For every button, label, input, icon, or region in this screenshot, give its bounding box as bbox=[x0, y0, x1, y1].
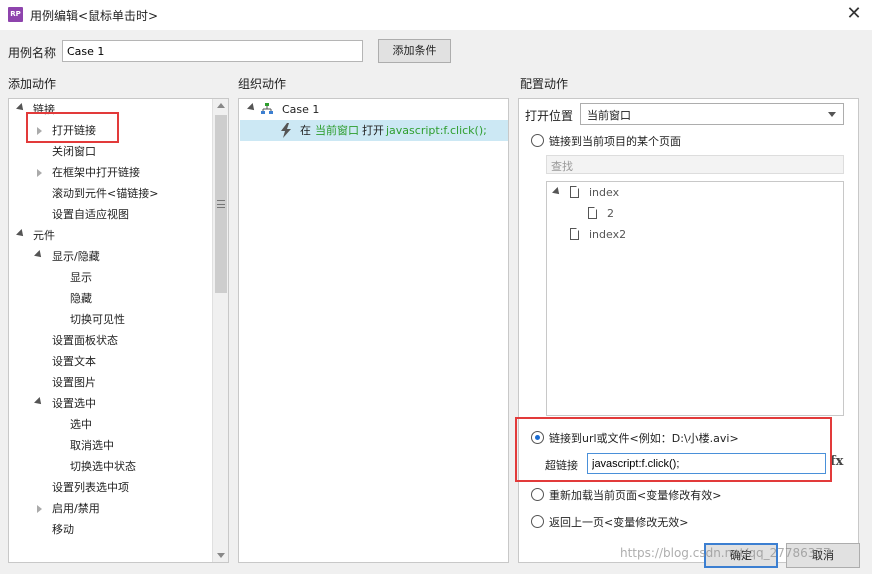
action-prefix: 在 bbox=[300, 124, 311, 137]
expand-icon bbox=[552, 187, 562, 197]
scroll-thumb[interactable] bbox=[215, 115, 227, 293]
tree-item-label: 在框架中打开链接 bbox=[52, 166, 140, 179]
tree-item-select[interactable]: 选中 bbox=[70, 414, 92, 435]
tree-item-label: 设置选中 bbox=[52, 397, 96, 410]
add-action-title: 添加动作 bbox=[8, 77, 57, 91]
radio-reload[interactable] bbox=[531, 488, 544, 501]
scroll-up-icon[interactable] bbox=[217, 103, 225, 108]
radio-link-page-label: 链接到当前项目的某个页面 bbox=[549, 135, 681, 148]
case-row[interactable]: Case 1 bbox=[240, 99, 508, 120]
tree-item-label: 启用/禁用 bbox=[52, 502, 100, 515]
lightning-icon bbox=[281, 123, 291, 138]
chevron-down-icon bbox=[828, 112, 836, 117]
left-scrollbar[interactable] bbox=[212, 99, 228, 562]
scroll-down-icon[interactable] bbox=[217, 553, 225, 558]
fx-icon[interactable]: fx bbox=[830, 454, 843, 469]
tree-item-set-list-selected[interactable]: 设置列表选中项 bbox=[52, 477, 129, 498]
page-index2[interactable]: index2 bbox=[589, 228, 626, 241]
grip-icon bbox=[217, 200, 225, 208]
search-placeholder: 查找 bbox=[551, 160, 573, 173]
tree-item-unselect[interactable]: 取消选中 bbox=[70, 435, 114, 456]
configure-action-title: 配置动作 bbox=[520, 77, 569, 91]
tree-item-adaptive-view[interactable]: 设置自适应视图 bbox=[52, 204, 129, 225]
tree-item-toggle-visibility[interactable]: 切换可见性 bbox=[70, 309, 125, 330]
close-icon[interactable]: ✕ bbox=[842, 2, 866, 26]
tree-item-show[interactable]: 显示 bbox=[70, 267, 92, 288]
expand-icon bbox=[16, 229, 26, 239]
page-search-input[interactable]: 查找 bbox=[546, 155, 844, 174]
select-value: 当前窗口 bbox=[587, 109, 631, 122]
radio-link-page[interactable] bbox=[531, 134, 544, 147]
tree-item-set-panel-state[interactable]: 设置面板状态 bbox=[52, 330, 118, 351]
page-icon bbox=[570, 228, 579, 240]
case-label: Case 1 bbox=[282, 103, 320, 116]
add-condition-button[interactable]: 添加条件 bbox=[378, 39, 451, 63]
action-url: javascript:f.click(); bbox=[386, 124, 487, 137]
radio-back-label: 返回上一页<变量修改无效> bbox=[549, 516, 689, 529]
case-name-label: 用例名称 bbox=[8, 46, 57, 60]
organize-action-tree: Case 1 在 当前窗口 打开 javascript:f.click(); bbox=[238, 98, 509, 563]
tree-item-label: 元件 bbox=[33, 229, 55, 242]
expand-icon bbox=[34, 397, 44, 407]
tree-item-toggle-selected[interactable]: 切换选中状态 bbox=[70, 456, 136, 477]
window-title: 用例编辑<鼠标单击时> bbox=[30, 9, 159, 23]
page-2[interactable]: 2 bbox=[607, 207, 614, 220]
dialog-body: 用例名称 添加条件 添加动作 组织动作 配置动作 链接 打开链接 关闭窗口 在框… bbox=[0, 30, 872, 574]
organize-action-title: 组织动作 bbox=[238, 77, 287, 91]
tree-item-set-image[interactable]: 设置图片 bbox=[52, 372, 96, 393]
action-target: 当前窗口 bbox=[315, 124, 359, 137]
tree-item-close-window[interactable]: 关闭窗口 bbox=[52, 141, 96, 162]
configure-action-panel: 打开位置 当前窗口 链接到当前项目的某个页面 查找 index 2 index2… bbox=[518, 98, 859, 563]
axure-app-icon: RP bbox=[8, 7, 23, 22]
open-position-label: 打开位置 bbox=[525, 109, 574, 123]
tree-item-hide[interactable]: 隐藏 bbox=[70, 288, 92, 309]
radio-reload-label: 重新加载当前页面<变量修改有效> bbox=[549, 489, 722, 502]
tree-item-set-text[interactable]: 设置文本 bbox=[52, 351, 96, 372]
case-name-input[interactable] bbox=[62, 40, 363, 62]
red-highlight-box bbox=[515, 417, 832, 482]
expand-icon bbox=[16, 103, 26, 113]
open-position-select[interactable]: 当前窗口 bbox=[580, 103, 844, 125]
page-icon bbox=[588, 207, 597, 219]
case-icon bbox=[261, 103, 273, 114]
tree-item-label: 显示/隐藏 bbox=[52, 250, 100, 263]
page-icon bbox=[570, 186, 579, 198]
tree-item-move[interactable]: 移动 bbox=[52, 519, 74, 540]
watermark: https://blog.csdn.net/qq_27786377 bbox=[620, 546, 831, 560]
page-index[interactable]: index bbox=[589, 186, 619, 199]
radio-back[interactable] bbox=[531, 515, 544, 528]
expand-icon bbox=[34, 250, 44, 260]
add-action-tree: 链接 打开链接 关闭窗口 在框架中打开链接 滚动到元件<锚链接> 设置自适应视图… bbox=[8, 98, 229, 563]
tree-item-scroll-to[interactable]: 滚动到元件<锚链接> bbox=[52, 183, 158, 204]
title-bar: RP 用例编辑<鼠标单击时> ✕ bbox=[0, 0, 872, 30]
expand-icon bbox=[247, 103, 257, 113]
red-highlight-box bbox=[26, 112, 119, 143]
action-verb: 打开 bbox=[362, 124, 384, 137]
collapsed-icon bbox=[37, 505, 42, 513]
action-row[interactable]: 在 当前窗口 打开 javascript:f.click(); bbox=[240, 120, 508, 141]
page-tree: index 2 index2 bbox=[546, 181, 844, 416]
collapsed-icon bbox=[37, 169, 42, 177]
